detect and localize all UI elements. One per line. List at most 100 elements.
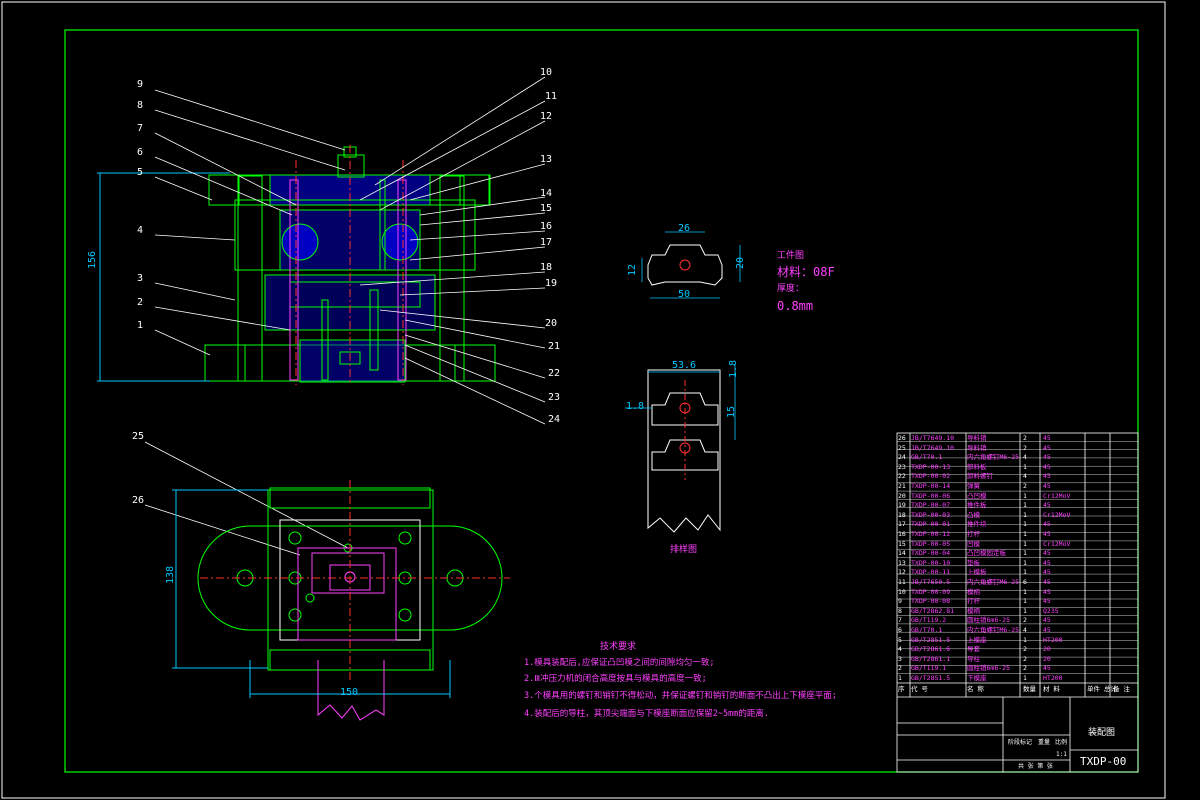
dim-strip-pitch: 15 <box>726 405 738 419</box>
bom-row: 9 TXDP-00-08 打杆 1 45 <box>897 597 1138 605</box>
bom-row: 1 GB/T2851.5 下模座 1 HT200 <box>897 674 1138 682</box>
part-outline <box>647 244 723 286</box>
bom-material: Cr12MoV <box>1043 491 1071 500</box>
bom-code: TXDP-00-04 <box>911 549 951 558</box>
part-thickness: 0.8mm <box>777 299 814 313</box>
callout-8: 8 <box>137 100 144 111</box>
bom-header-note: 备 注 <box>1113 685 1130 693</box>
drawing-number: TXDP-00 <box>1080 755 1127 768</box>
bom-row: 15 TXDP-00-05 凹模 1 Cr12MoV <box>897 540 1138 548</box>
bom-no: 10 <box>898 587 906 596</box>
bom-row: 3 GB/T2861.1 导柱 2 20 <box>897 655 1138 663</box>
bom-name: 圆柱销6m6-25 <box>967 616 1010 625</box>
bom-code: GB/T2861.1 <box>911 654 951 663</box>
bom-material: 45 <box>1043 578 1051 586</box>
tech-item-3: 3.个模具用的螺钉和销钉不得松动，并保证螺钉和销钉的断面不凸出上下模座平面; <box>524 691 837 701</box>
bom-name: 下模座 <box>967 674 987 682</box>
bom-qty: 6 <box>1023 578 1027 586</box>
bom-no: 7 <box>898 616 902 625</box>
callout-9: 9 <box>137 79 144 90</box>
bom-name: 卸料螺钉 <box>967 472 993 481</box>
bom-material: 45 <box>1043 549 1051 558</box>
callout-13: 13 <box>540 154 553 165</box>
stage-label: 阶段标记 <box>1008 739 1033 746</box>
bom-qty: 1 <box>1023 549 1027 558</box>
callout-1: 1 <box>137 320 144 331</box>
dim-part-right: 20 <box>735 256 747 270</box>
bom-no: 13 <box>898 558 906 567</box>
bom-header: 序 代 号 名 称 数量 材 料 单件 总计 备 注 <box>897 685 1138 693</box>
bom-row: 22 TXDP-00-02 卸料螺钉 4 45 <box>897 472 1138 480</box>
callout-11: 11 <box>545 91 558 102</box>
bom-code: TXDP-00-10 <box>911 558 951 567</box>
callout-5: 5 <box>137 167 144 178</box>
bom-code: JB/T7649.10 <box>911 434 955 442</box>
bom-no: 22 <box>898 472 906 481</box>
bom-code: GB/T2851.5 <box>911 635 951 644</box>
bom-material: 45 <box>1043 443 1051 452</box>
bom-material: 45 <box>1043 501 1051 510</box>
bom-header-code: 代 号 <box>911 685 928 693</box>
bom-no: 20 <box>898 491 906 500</box>
bom-row: 8 GB/T2862.81 模柄 1 Q235 <box>897 607 1138 615</box>
bom-material: 45 <box>1043 530 1051 538</box>
bom-qty: 2 <box>1023 616 1027 625</box>
tech-item-4: 4.装配后的导柱，其顶尖端面与下模座断面应保留2~5mm的距离. <box>524 709 769 719</box>
bom-row: 23 TXDP-00-13 卸料板 1 45 <box>897 463 1138 471</box>
bom-qty: 1 <box>1023 530 1027 538</box>
bom-code: GB/T2862.81 <box>911 606 955 615</box>
bom-name: 上模板 <box>967 568 987 577</box>
bom-code: TXDP-00-12 <box>911 530 951 538</box>
bom-material: 45 <box>1043 520 1051 529</box>
bom-no: 26 <box>898 434 906 442</box>
part-title: 工件图 <box>777 251 805 261</box>
bom-no: 1 <box>898 674 902 682</box>
bom-material: 45 <box>1043 587 1051 596</box>
bom-row: 26 JB/T7649.10 导料销 2 45 <box>897 434 1138 442</box>
bom-name: 导料销 <box>967 443 987 452</box>
bom-no: 15 <box>898 539 906 548</box>
bom-header-no: 序 <box>898 685 905 693</box>
bom-no: 24 <box>898 453 906 462</box>
callout-19: 19 <box>545 278 558 289</box>
strip-title: 排样图 <box>670 545 698 555</box>
callout-7: 7 <box>137 123 144 134</box>
bom-name: 导料销 <box>967 434 987 442</box>
callout-20: 20 <box>545 318 558 329</box>
callout-10: 10 <box>540 67 553 78</box>
bom-material: 20 <box>1043 654 1051 663</box>
dim-part-left: 12 <box>627 263 639 277</box>
bom-code: TXDP-00-09 <box>911 587 951 596</box>
bom-no: 16 <box>898 530 906 538</box>
tech-title: 技术要求 <box>600 642 637 652</box>
bom-row: 6 GB/T70.1 内六角螺钉M6-25 4 45 <box>897 626 1138 634</box>
bom-row: 19 TXDP-00-07 推件板 1 45 <box>897 501 1138 509</box>
bom-name: 推件板 <box>967 501 987 510</box>
bom-name: 模柄 <box>967 606 980 615</box>
bom-name: 圆柱销6m6-25 <box>967 664 1010 673</box>
callout-21: 21 <box>548 341 561 352</box>
bom-material: 45 <box>1043 472 1051 481</box>
height-dimension <box>97 172 230 382</box>
bom-row: 14 TXDP-00-04 凸凹模固定板 1 45 <box>897 549 1138 557</box>
bom-material: 45 <box>1043 558 1051 567</box>
bom-no: 18 <box>898 510 906 519</box>
bom-no: 2 <box>898 664 902 673</box>
dim-main-height: 156 <box>87 250 99 270</box>
callout-4: 4 <box>137 225 144 236</box>
callout-24: 24 <box>548 414 561 425</box>
dim-strip-width: 53.6 <box>672 360 697 371</box>
bom-qty: 1 <box>1023 597 1027 606</box>
bom-code: TXDP-00-05 <box>911 539 951 548</box>
bom-material: 45 <box>1043 453 1051 462</box>
bom-qty: 2 <box>1023 443 1027 452</box>
bom-code: TXDP-00-13 <box>911 462 951 471</box>
callout-2: 2 <box>137 297 144 308</box>
bom-qty: 1 <box>1023 539 1027 548</box>
bom-material: HT200 <box>1043 674 1063 682</box>
callout-18: 18 <box>540 262 553 273</box>
bom-material: 45 <box>1043 626 1051 634</box>
bom-name: 弹簧 <box>967 482 980 490</box>
bom-material: 45 <box>1043 568 1051 577</box>
tech-item-2: 2.Ⅲ冲压力机的闭合高度按具与模具的高度一致; <box>524 674 707 684</box>
